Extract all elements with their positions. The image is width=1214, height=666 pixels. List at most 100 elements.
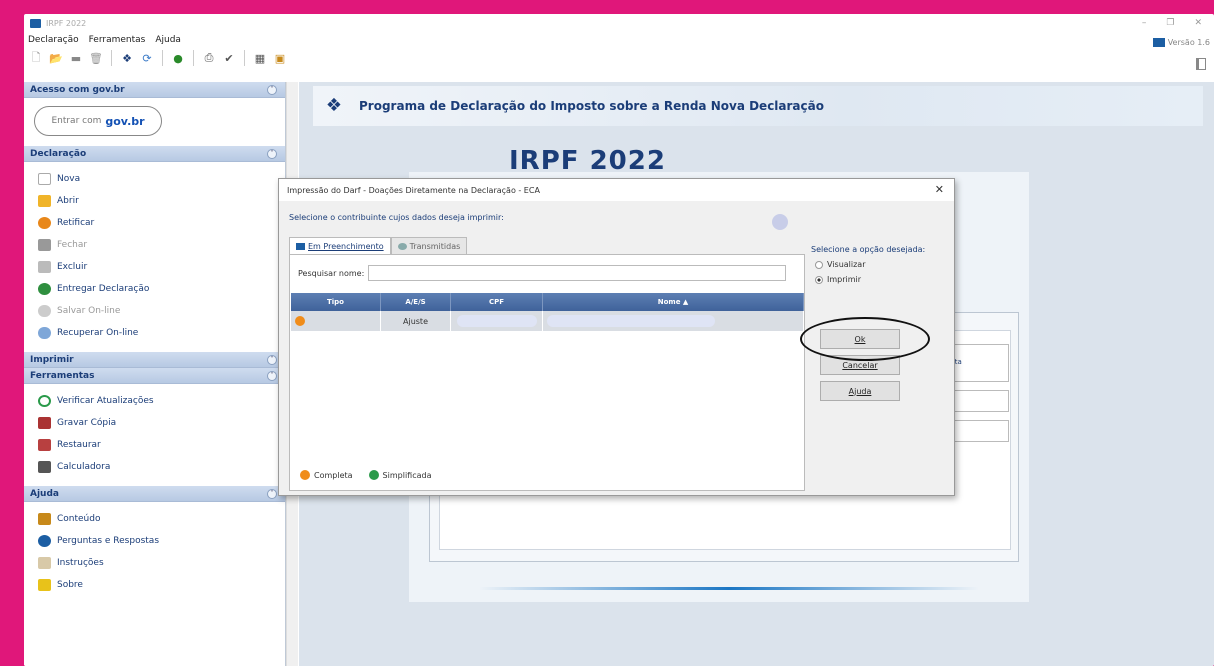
instructions-icon — [38, 557, 51, 569]
restore-icon[interactable]: ❐ — [1166, 18, 1174, 28]
sidebar-item-entregar[interactable]: Entregar Declaração — [24, 278, 285, 300]
search-input[interactable] — [368, 265, 787, 281]
dialog-tabs: Em Preenchimento Transmitidas — [289, 237, 468, 254]
menu-ferramentas[interactable]: Ferramentas — [89, 35, 146, 45]
cpf-cell — [451, 311, 543, 331]
sidebar-item-recuperar-online[interactable]: Recuperar On-line — [24, 322, 285, 344]
toolbar-separator — [162, 50, 163, 66]
book-icon — [38, 513, 51, 525]
menu-ajuda[interactable]: Ajuda — [155, 35, 181, 45]
redacted-name — [547, 315, 715, 327]
radio-button[interactable] — [815, 260, 823, 269]
menu-declaracao[interactable]: Declaração — [28, 35, 79, 45]
check-icon[interactable]: ✔ — [221, 50, 237, 66]
tab-transmitidas[interactable]: Transmitidas — [390, 237, 468, 254]
collapse-icon[interactable]: ˄ — [267, 370, 277, 381]
section-imprimir-header[interactable]: Imprimir ˅ — [24, 352, 285, 368]
globe-icon — [38, 283, 51, 295]
sidebar-item-salvar-online[interactable]: Salvar On-line — [24, 300, 285, 322]
section-declaracao-header[interactable]: Declaração ˄ — [24, 146, 285, 162]
open-folder-icon — [38, 195, 51, 207]
tipo-cell — [291, 311, 381, 331]
sidebar-item-excluir[interactable]: Excluir — [24, 256, 285, 278]
radio-visualizar[interactable]: Visualizar — [815, 260, 951, 269]
page-title: Programa de Declaração do Imposto sobre … — [359, 99, 824, 113]
sidebar-item-perguntas[interactable]: Perguntas e Respostas — [24, 530, 285, 552]
sidebar: Acesso com gov.br ˄ Entrar com gov.br De… — [24, 82, 286, 666]
minimize-icon[interactable]: – — [1142, 18, 1147, 28]
govbr-login-button[interactable]: Entrar com gov.br — [34, 106, 162, 136]
cloud-download-icon — [38, 327, 51, 339]
dialog-prompt: Selecione o contribuinte cujos dados des… — [289, 213, 504, 222]
sidebar-item-abrir[interactable]: Abrir — [24, 190, 285, 212]
close-folder-icon — [38, 239, 51, 251]
sync-icon[interactable]: ⟳ — [139, 50, 155, 66]
section-ajuda-header[interactable]: Ajuda ˄ — [24, 486, 285, 502]
close-icon[interactable]: ✕ — [935, 183, 944, 196]
trash-icon[interactable]: 🗑 — [88, 50, 104, 66]
expand-icon[interactable]: ˅ — [267, 354, 277, 365]
content-banner: ❖ Programa de Declaração do Imposto sobr… — [313, 86, 1203, 126]
option-label: Selecione a opção desejada: — [811, 245, 926, 254]
receita-icon[interactable]: ❖ — [119, 50, 135, 66]
column-header-aes[interactable]: A/E/S — [381, 293, 451, 311]
new-file-icon[interactable]: 🗋 — [28, 50, 44, 66]
table-header: Tipo A/E/S CPF Nome ▲ — [291, 293, 804, 311]
app-icon — [30, 18, 41, 28]
tab-body: Pesquisar nome: Tipo A/E/S CPF Nome ▲ Aj… — [289, 254, 805, 491]
sidebar-item-fechar[interactable]: Fechar — [24, 234, 285, 256]
column-header-cpf[interactable]: CPF — [451, 293, 543, 311]
help-button[interactable]: Ajuda — [820, 381, 900, 401]
sidebar-item-restaurar[interactable]: Restaurar — [24, 434, 285, 456]
sidebar-item-verificar-atualizacoes[interactable]: Verificar Atualizações — [24, 390, 285, 412]
toolbar-separator — [193, 50, 194, 66]
radio-imprimir[interactable]: Imprimir — [815, 275, 951, 284]
version-icon — [1152, 38, 1165, 47]
column-header-nome[interactable]: Nome ▲ — [543, 293, 804, 311]
options-panel: Selecione a opção desejada: Visualizar I… — [811, 237, 951, 290]
collapse-icon[interactable]: ˄ — [267, 148, 277, 159]
receita-logo-icon: ❖ — [325, 95, 343, 116]
tab-em-preenchimento[interactable]: Em Preenchimento — [289, 237, 391, 254]
close-folder-icon[interactable]: ▬ — [68, 50, 84, 66]
decorative-line — [479, 587, 979, 590]
calculator-icon[interactable]: ▦ — [252, 50, 268, 66]
version-label: Versão 1.6 — [1152, 38, 1210, 47]
exit-icon[interactable] — [1196, 58, 1206, 70]
section-ferramentas-header[interactable]: Ferramentas ˄ — [24, 368, 285, 384]
sidebar-item-nova[interactable]: Nova — [24, 168, 285, 190]
completa-icon — [300, 470, 310, 480]
retify-icon — [38, 217, 51, 229]
sidebar-item-calculadora[interactable]: Calculadora — [24, 456, 285, 478]
collapse-icon[interactable]: ˄ — [267, 488, 277, 499]
sidebar-item-instrucoes[interactable]: Instruções — [24, 552, 285, 574]
sidebar-item-conteudo[interactable]: Conteúdo — [24, 508, 285, 530]
book-icon[interactable]: ▣ — [272, 50, 288, 66]
completa-icon — [295, 316, 305, 326]
close-icon[interactable]: ✕ — [1194, 18, 1202, 28]
legend-completa: Completa — [300, 470, 353, 480]
column-header-tipo[interactable]: Tipo — [291, 293, 381, 311]
sidebar-item-gravar-copia[interactable]: Gravar Cópia — [24, 412, 285, 434]
globe-icon[interactable]: ● — [170, 50, 186, 66]
title-bar: IRPF 2022 — [24, 14, 1214, 32]
refresh-icon — [38, 395, 51, 407]
collapse-icon[interactable]: ˄ — [267, 84, 277, 95]
dialog-title: Impressão do Darf - Doações Diretamente … — [287, 185, 540, 195]
info-icon — [38, 579, 51, 591]
sidebar-item-retificar[interactable]: Retificar — [24, 212, 285, 234]
question-icon — [38, 535, 51, 547]
aes-cell: Ajuste — [381, 311, 451, 331]
table-row[interactable]: Ajuste — [291, 311, 804, 331]
document-icon — [296, 242, 305, 250]
new-file-icon — [38, 173, 51, 185]
printer-icon[interactable]: ⎙ — [201, 50, 217, 66]
save-icon — [38, 417, 51, 429]
simplificada-icon — [368, 470, 379, 480]
dialog-title-bar: Impressão do Darf - Doações Diretamente … — [279, 179, 954, 201]
open-folder-icon[interactable]: 📂 — [48, 50, 64, 66]
radio-button-selected[interactable] — [815, 275, 823, 284]
section-gov-header[interactable]: Acesso com gov.br ˄ — [24, 82, 285, 98]
redacted-cpf — [456, 315, 537, 327]
sidebar-item-sobre[interactable]: Sobre — [24, 574, 285, 596]
